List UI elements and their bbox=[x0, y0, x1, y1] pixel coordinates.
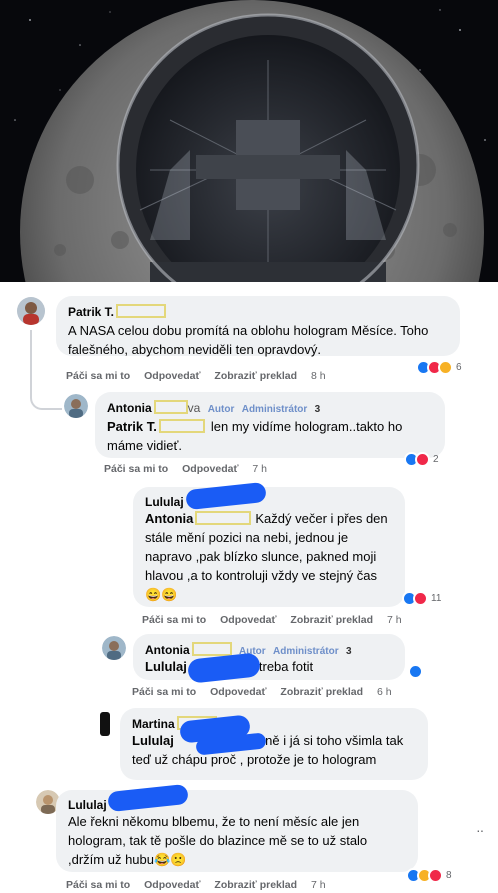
translate-link[interactable]: Zobraziť preklad bbox=[214, 879, 297, 891]
comment-bubble: Antonia va Autor Administrátor 3 Patrik T… bbox=[95, 392, 445, 458]
tagged-user[interactable]: Lululaj bbox=[145, 659, 187, 674]
comment-author[interactable]: Patrik T. bbox=[68, 304, 448, 319]
more-icon[interactable]: ·· bbox=[476, 822, 484, 838]
comment-author[interactable]: Antonia va Autor Administrátor 3 bbox=[107, 400, 433, 415]
avatar[interactable] bbox=[102, 636, 126, 660]
comment-bubble: Martina Lululaj přesně i já si toho všiml… bbox=[120, 708, 428, 780]
tagged-user[interactable]: Lululaj bbox=[132, 733, 174, 748]
tagged-user[interactable]: Antonia bbox=[145, 511, 193, 526]
comment-actions: Páči sa mi to Odpovedať Zobraziť preklad… bbox=[66, 879, 337, 891]
translate-link[interactable]: Zobraziť preklad bbox=[280, 686, 363, 698]
avatar[interactable] bbox=[17, 297, 45, 325]
reactions[interactable]: 11 bbox=[402, 591, 441, 606]
comment-author[interactable]: Antonia Autor Administrátor 3 bbox=[145, 642, 393, 657]
tagged-user[interactable]: Patrik T. bbox=[107, 419, 157, 434]
level-badge: 3 bbox=[314, 404, 321, 415]
like-icon bbox=[408, 664, 423, 679]
avatar[interactable] bbox=[100, 712, 110, 736]
comment-text: Antonia Každý večer i přes den stále mění… bbox=[145, 511, 388, 602]
comment-text: Lululaj přesně i já si toho všimla tak te… bbox=[132, 733, 404, 767]
comment-actions: Páči sa mi to Odpovedať Zobraziť preklad… bbox=[142, 614, 413, 626]
admin-badge: Administrátor bbox=[273, 646, 339, 657]
divider bbox=[0, 780, 498, 786]
comment-actions: Páči sa mi to Odpovedať Zobraziť preklad… bbox=[132, 686, 403, 698]
reaction-count: 2 bbox=[433, 454, 439, 465]
reactions[interactable]: 8 bbox=[406, 868, 452, 883]
comment-author[interactable]: Martina bbox=[132, 716, 416, 731]
thread-line bbox=[30, 330, 62, 410]
reply-link[interactable]: Odpovedať bbox=[144, 370, 200, 382]
reaction-count: 6 bbox=[456, 362, 462, 373]
like-link[interactable]: Páči sa mi to bbox=[66, 370, 130, 382]
author-badge: Autor bbox=[207, 404, 235, 415]
reactions[interactable]: 2 bbox=[404, 452, 439, 467]
like-link[interactable]: Páči sa mi to bbox=[104, 463, 168, 475]
comment-text: A NASA celou dobu promítá na oblohu holo… bbox=[68, 323, 429, 357]
comment-time: 7 h bbox=[252, 463, 268, 475]
comment-time: 6 h bbox=[376, 686, 392, 698]
comment-text: Ale řekni někomu blbemu, že to není měsí… bbox=[68, 814, 368, 867]
reactions[interactable] bbox=[408, 664, 423, 679]
reaction-count: 11 bbox=[431, 593, 442, 604]
love-icon bbox=[415, 452, 430, 467]
comment-time: 8 h bbox=[310, 370, 326, 382]
comment-text: Patrik T. len my vidíme hologram..takto h… bbox=[107, 419, 403, 453]
like-link[interactable]: Páči sa mi to bbox=[66, 879, 130, 891]
comment-actions: Páči sa mi to Odpovedať 7 h bbox=[104, 463, 278, 475]
reply-link[interactable]: Odpovedať bbox=[210, 686, 266, 698]
reaction-count: 8 bbox=[446, 870, 452, 881]
avatar[interactable] bbox=[64, 394, 88, 418]
translate-link[interactable]: Zobraziť preklad bbox=[290, 614, 373, 626]
comment-actions: Páči sa mi to Odpovedať Zobraziť preklad… bbox=[66, 370, 337, 382]
comment-text: Lululaj treba fotit bbox=[145, 659, 314, 674]
like-link[interactable]: Páči sa mi to bbox=[142, 614, 206, 626]
translate-link[interactable]: Zobraziť preklad bbox=[214, 370, 297, 382]
reply-link[interactable]: Odpovedať bbox=[220, 614, 276, 626]
moon-hologram-image bbox=[0, 0, 498, 282]
comment-author[interactable]: Lululaj bbox=[145, 495, 393, 509]
comment-bubble: Lululaj Antonia Každý večer i přes den st… bbox=[133, 487, 405, 607]
reply-link[interactable]: Odpovedať bbox=[182, 463, 238, 475]
love-icon bbox=[413, 591, 428, 606]
love-icon bbox=[428, 868, 443, 883]
admin-badge: Administrátor bbox=[241, 404, 308, 415]
comment-time: 7 h bbox=[386, 614, 402, 626]
comment-time: 7 h bbox=[310, 879, 326, 891]
reply-link[interactable]: Odpovedať bbox=[144, 879, 200, 891]
comment-bubble: Antonia Autor Administrátor 3 Lululaj tre… bbox=[133, 634, 405, 680]
reactions[interactable]: 6 bbox=[416, 360, 462, 375]
like-link[interactable]: Páči sa mi to bbox=[132, 686, 196, 698]
comment-bubble: Patrik T. A NASA celou dobu promítá na o… bbox=[56, 296, 460, 357]
moon-illustration bbox=[0, 0, 498, 282]
haha-icon bbox=[438, 360, 453, 375]
level-badge: 3 bbox=[345, 646, 352, 657]
